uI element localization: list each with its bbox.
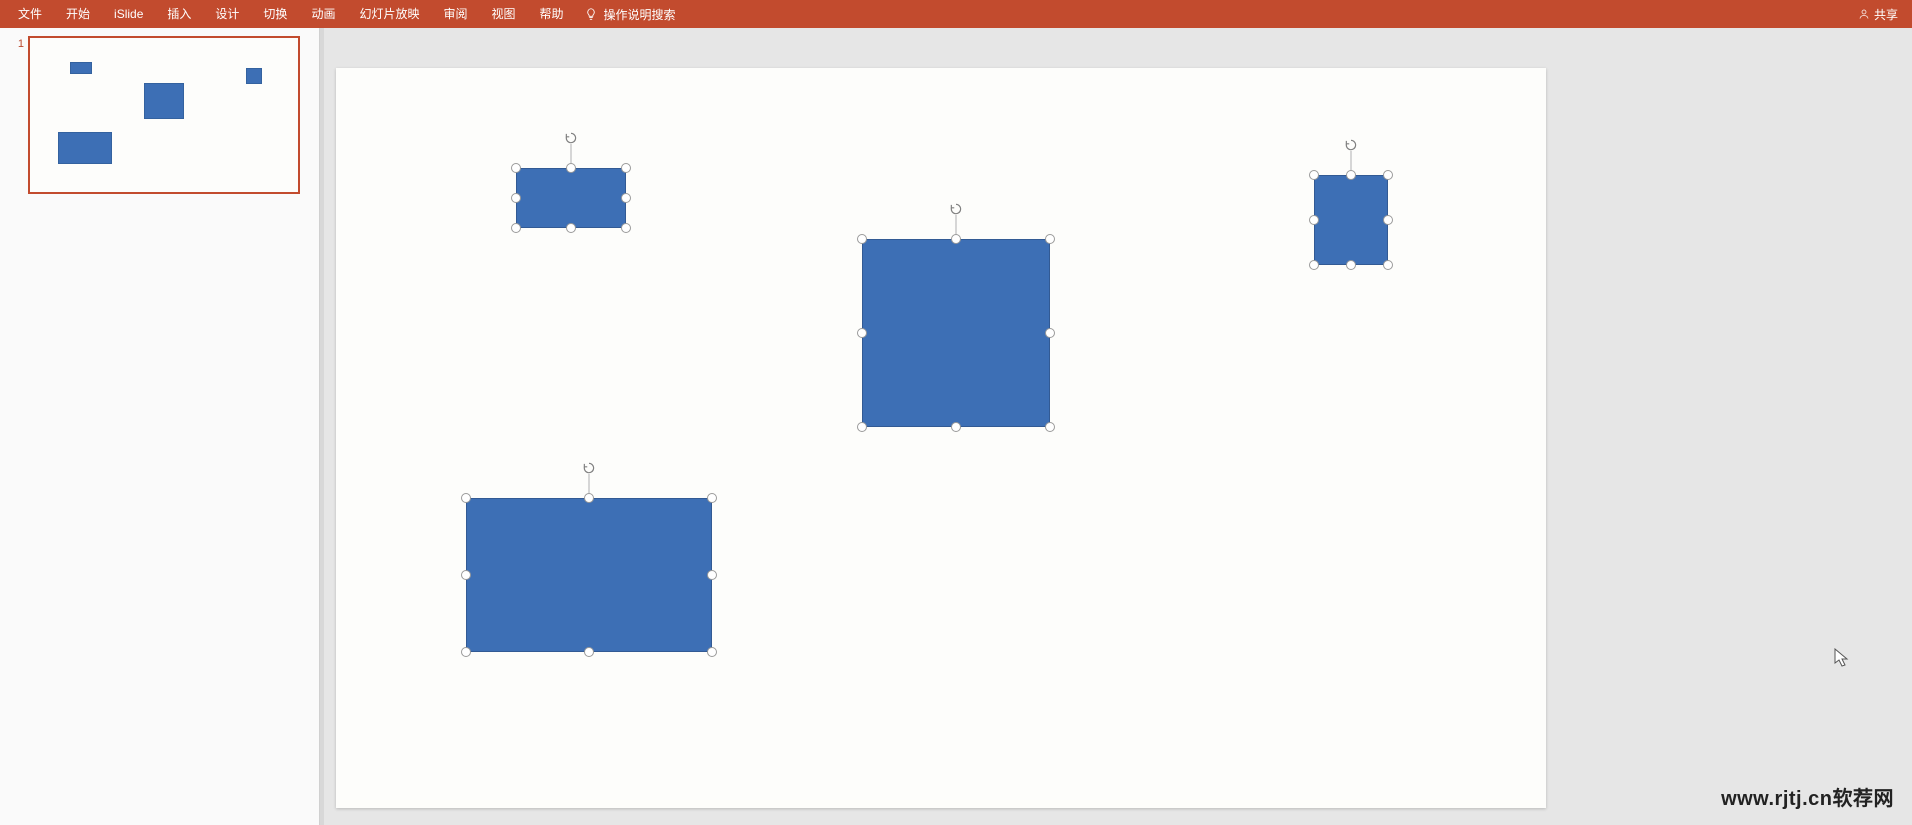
tab-design[interactable]: 设计: [203, 0, 251, 28]
cursor-icon: [1834, 648, 1850, 668]
selection-handle[interactable]: [511, 223, 521, 233]
selection-handle[interactable]: [461, 493, 471, 503]
share-label: 共享: [1874, 6, 1898, 23]
shape-s1[interactable]: [516, 168, 626, 228]
selection-handle[interactable]: [1383, 215, 1393, 225]
tab-insert[interactable]: 插入: [155, 0, 203, 28]
selection-handle[interactable]: [951, 422, 961, 432]
selection-handle[interactable]: [566, 163, 576, 173]
selection-handle[interactable]: [511, 193, 521, 203]
thumb-shape: [70, 62, 92, 74]
shape-s2[interactable]: [862, 239, 1050, 427]
selection-handle[interactable]: [1383, 170, 1393, 180]
person-icon: [1858, 8, 1870, 20]
selection-handle[interactable]: [707, 493, 717, 503]
tab-help[interactable]: 帮助: [528, 0, 576, 28]
share-button[interactable]: 共享: [1858, 6, 1906, 23]
selection-handle[interactable]: [621, 193, 631, 203]
selection-handle[interactable]: [857, 328, 867, 338]
slide-number-label: 1: [8, 36, 24, 50]
ribbon-bar: 文件 开始 iSlide 插入 设计 切换 动画 幻灯片放映 审阅 视图 帮助 …: [0, 0, 1912, 28]
slide-editor[interactable]: www.rjtj.cn软荐网: [324, 28, 1912, 825]
slide-thumbnail-1[interactable]: 1: [0, 36, 319, 194]
thumb-shape: [58, 132, 112, 164]
tab-animations[interactable]: 动画: [299, 0, 347, 28]
thumb-shape: [144, 83, 184, 119]
ribbon-tabs: 文件 开始 iSlide 插入 设计 切换 动画 幻灯片放映 审阅 视图 帮助 …: [6, 0, 676, 28]
tab-file[interactable]: 文件: [6, 0, 54, 28]
selection-handle[interactable]: [461, 647, 471, 657]
watermark-text: www.rjtj.cn软荐网: [1721, 782, 1894, 811]
lightbulb-icon: [584, 7, 598, 21]
selection-handle[interactable]: [1346, 260, 1356, 270]
tell-me-search[interactable]: 操作说明搜索: [584, 6, 676, 23]
shape-s4[interactable]: [466, 498, 712, 652]
rotation-handle-icon[interactable]: [949, 202, 963, 216]
slide-canvas[interactable]: [336, 68, 1546, 808]
tab-review[interactable]: 审阅: [431, 0, 479, 28]
selection-handle[interactable]: [1383, 260, 1393, 270]
selection-handle[interactable]: [1045, 422, 1055, 432]
shape-s3[interactable]: [1314, 175, 1388, 265]
rotation-handle-icon[interactable]: [1344, 138, 1358, 152]
shape-rectangle[interactable]: [862, 239, 1050, 427]
shape-rectangle[interactable]: [466, 498, 712, 652]
tab-transitions[interactable]: 切换: [251, 0, 299, 28]
selection-handle[interactable]: [511, 163, 521, 173]
selection-handle[interactable]: [621, 223, 631, 233]
selection-handle[interactable]: [707, 570, 717, 580]
slide-thumbnail-canvas[interactable]: [28, 36, 300, 194]
selection-handle[interactable]: [857, 422, 867, 432]
tell-me-label: 操作说明搜索: [604, 6, 676, 23]
selection-handle[interactable]: [621, 163, 631, 173]
selection-handle[interactable]: [461, 570, 471, 580]
selection-handle[interactable]: [584, 647, 594, 657]
selection-handle[interactable]: [1309, 215, 1319, 225]
selection-handle[interactable]: [707, 647, 717, 657]
selection-handle[interactable]: [951, 234, 961, 244]
thumb-shape: [246, 68, 262, 84]
selection-handle[interactable]: [1346, 170, 1356, 180]
selection-handle[interactable]: [857, 234, 867, 244]
tab-slideshow[interactable]: 幻灯片放映: [347, 0, 431, 28]
selection-handle[interactable]: [1309, 260, 1319, 270]
selection-handle[interactable]: [1045, 234, 1055, 244]
rotation-handle-icon[interactable]: [564, 131, 578, 145]
selection-handle[interactable]: [584, 493, 594, 503]
tab-home[interactable]: 开始: [54, 0, 102, 28]
selection-handle[interactable]: [1309, 170, 1319, 180]
rotation-handle-icon[interactable]: [582, 461, 596, 475]
shape-rectangle[interactable]: [516, 168, 626, 228]
slide-thumbnail-panel[interactable]: 1: [0, 28, 320, 825]
work-area: 1 www.rjtj.cn软荐网: [0, 28, 1912, 825]
selection-handle[interactable]: [1045, 328, 1055, 338]
shape-rectangle[interactable]: [1314, 175, 1388, 265]
selection-handle[interactable]: [566, 223, 576, 233]
tab-islide[interactable]: iSlide: [102, 0, 155, 28]
tab-view[interactable]: 视图: [479, 0, 527, 28]
